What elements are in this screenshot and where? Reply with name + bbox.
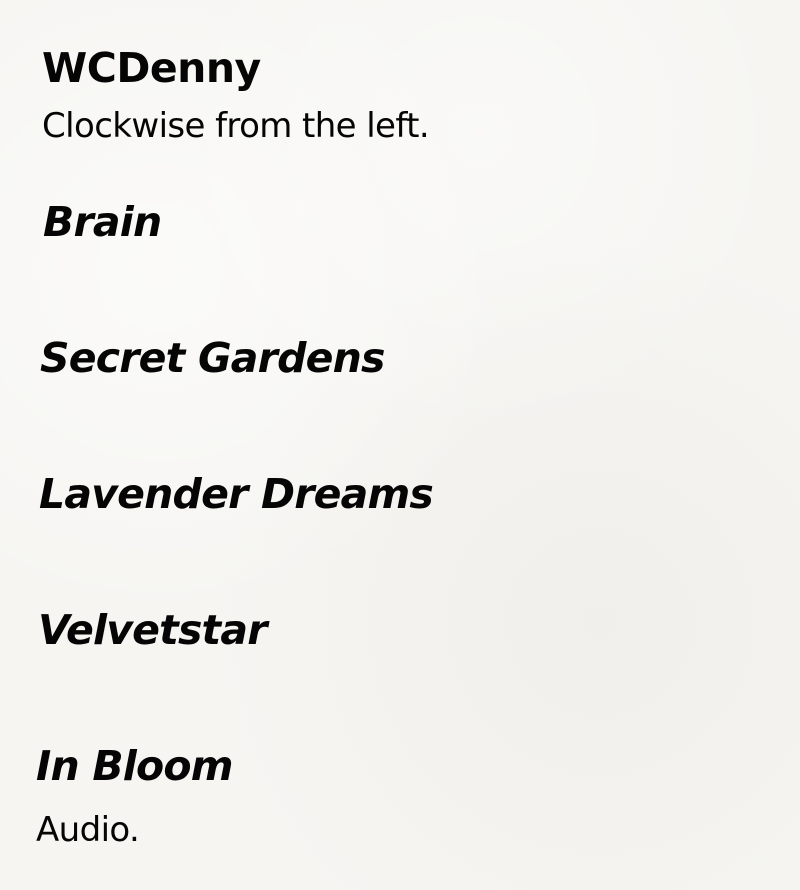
footnote-audio: Audio.	[36, 810, 140, 850]
work-title-4: Velvetstar	[38, 606, 267, 654]
caption-subtitle: Clockwise from the left.	[42, 106, 430, 146]
work-title-5: In Bloom	[36, 742, 233, 790]
work-title-3: Lavender Dreams	[39, 470, 434, 518]
author-name: WCDenny	[42, 44, 261, 92]
work-title-1: Brain	[43, 198, 162, 246]
work-title-2: Secret Gardens	[40, 334, 385, 382]
